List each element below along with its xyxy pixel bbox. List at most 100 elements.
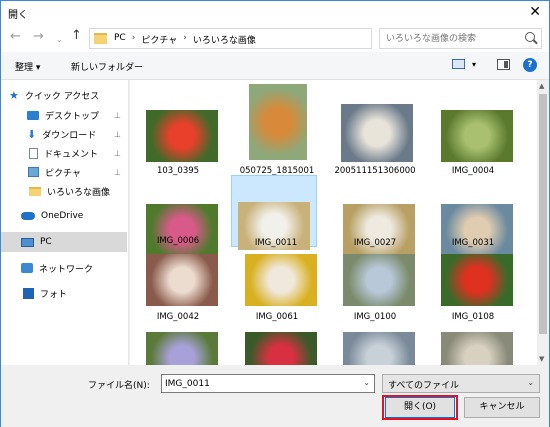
sidebar-item-network[interactable]: ネットワーク: [1, 258, 127, 278]
filename-label: ファイル名(N):: [88, 381, 150, 391]
file-tile[interactable]: IMG_0100: [333, 250, 417, 322]
file-name-label: 103_0395: [156, 166, 200, 176]
file-tile[interactable]: IMG_0108: [431, 250, 515, 322]
file-tile[interactable]: [431, 328, 515, 365]
view-options-icon[interactable]: [452, 59, 465, 69]
sidebar-item-onedrive[interactable]: OneDrive: [1, 206, 127, 226]
file-tile[interactable]: 103_0395: [136, 80, 220, 180]
scroll-down-icon[interactable]: ▼: [539, 355, 544, 363]
image-thumbnail: [341, 104, 413, 162]
file-tile[interactable]: 050725_1815001: [235, 80, 319, 180]
navigation-row: ← → ⌄ ↑ PC › ピクチャ › いろいろな画像 ⌄ ↻: [1, 24, 549, 52]
filetype-select[interactable]: すべてのファイル ⌄: [382, 374, 540, 393]
breadcrumb-pictures[interactable]: ピクチャ: [141, 33, 177, 46]
filetype-value: すべてのファイル: [388, 381, 460, 391]
pictures-icon: [28, 167, 39, 177]
chevron-down-icon[interactable]: ⌄: [363, 378, 370, 387]
back-arrow-icon[interactable]: ←: [10, 30, 21, 43]
recent-locations-icon[interactable]: ⌄: [56, 33, 63, 46]
file-tile[interactable]: IMG_0042: [136, 250, 220, 322]
sidebar-item-desktop[interactable]: デスクトップ ⊥: [1, 105, 127, 125]
sidebar-item-documents[interactable]: ドキュメント ⊥: [1, 143, 127, 163]
open-button[interactable]: 開く(O): [385, 397, 455, 418]
file-tile[interactable]: IMG_0031: [431, 176, 515, 256]
sidebar-item-label: ピクチャ: [45, 168, 81, 179]
new-folder-button[interactable]: 新しいフォルダー: [71, 60, 143, 73]
open-dialog: 開く ✕ ← → ⌄ ↑ PC › ピクチャ › いろいろな画像 ⌄ ↻ 整理 …: [0, 0, 550, 427]
sidebar-item-downloads[interactable]: ⬇ ダウンロード ⊥: [1, 124, 127, 144]
dialog-title: 開く: [8, 10, 28, 21]
scroll-up-icon[interactable]: ▲: [539, 82, 544, 90]
pin-icon: ⊥: [114, 129, 121, 139]
preview-pane-icon[interactable]: [497, 59, 510, 70]
sidebar-item-pc[interactable]: PC: [1, 232, 127, 252]
file-tile[interactable]: IMG_0027: [333, 176, 417, 254]
file-name-label: IMG_0027: [353, 238, 397, 248]
address-bar[interactable]: PC › ピクチャ › いろいろな画像 ⌄ ↻: [89, 28, 452, 49]
command-bar: 整理 ▾ 新しいフォルダー ▾ ?: [1, 52, 549, 80]
sidebar-item-label: フォト: [40, 289, 68, 300]
file-tile[interactable]: [333, 328, 417, 365]
file-name-label: IMG_0042: [156, 312, 200, 322]
file-tile[interactable]: [235, 328, 319, 365]
image-thumbnail: [343, 332, 415, 365]
sidebar-item-label: PC: [40, 237, 52, 247]
title-bar: 開く ✕: [1, 1, 549, 24]
close-icon[interactable]: ✕: [529, 4, 541, 20]
forward-arrow-icon[interactable]: →: [33, 30, 44, 43]
chevron-right-icon[interactable]: ›: [183, 33, 187, 46]
sidebar-item-label: ドキュメント: [44, 149, 99, 160]
image-thumbnail: [146, 110, 218, 162]
pin-icon: ⊥: [114, 110, 121, 120]
sidebar-item-folder[interactable]: いろいろな画像: [1, 181, 127, 201]
search-input[interactable]: [380, 29, 520, 48]
folder-icon: [94, 33, 107, 44]
network-icon: [21, 263, 33, 273]
search-icon[interactable]: [525, 32, 535, 42]
sidebar-item-quick-access[interactable]: ★ クイック アクセス: [1, 85, 127, 105]
star-icon: ★: [9, 88, 19, 102]
image-thumbnail: [249, 84, 307, 160]
file-tile[interactable]: [136, 328, 220, 365]
filename-combobox: ⌄: [161, 374, 375, 393]
image-thumbnail: [146, 254, 218, 306]
pin-icon: ⊥: [114, 167, 121, 177]
organize-button[interactable]: 整理 ▾: [15, 60, 40, 73]
file-tile[interactable]: 200511151306000: [333, 80, 417, 180]
file-tile[interactable]: IMG_0061: [235, 250, 319, 322]
chevron-down-icon[interactable]: ▾: [472, 60, 476, 69]
navigation-pane: ★ クイック アクセス デスクトップ ⊥ ⬇ ダウンロード ⊥ ドキュメント ⊥…: [1, 80, 129, 365]
file-name-label: IMG_0006: [156, 236, 200, 246]
file-name-label: 200511151306000: [334, 166, 416, 176]
file-name-label: IMG_0061: [255, 312, 299, 322]
sidebar-item-pictures[interactable]: ピクチャ ⊥: [1, 162, 127, 182]
file-name-label: IMG_0031: [451, 238, 495, 248]
chevron-right-icon[interactable]: ›: [132, 33, 136, 46]
image-thumbnail: [146, 332, 218, 365]
file-name-label: IMG_0108: [451, 312, 495, 322]
search-box: [379, 28, 542, 49]
image-thumbnail: [146, 204, 218, 256]
up-arrow-icon[interactable]: ↑: [71, 29, 82, 42]
sidebar-item-label: デスクトップ: [45, 111, 100, 122]
document-icon: [29, 147, 38, 159]
scrollbar-thumb[interactable]: [539, 94, 547, 334]
file-tile[interactable]: IMG_0011: [231, 175, 317, 250]
image-thumbnail: [343, 254, 415, 306]
sidebar-item-photos[interactable]: フォト: [1, 283, 127, 303]
file-tile[interactable]: IMG_0004: [431, 80, 515, 180]
cancel-button[interactable]: キャンセル: [464, 397, 540, 418]
breadcrumb-folder[interactable]: いろいろな画像: [193, 33, 256, 46]
sidebar-item-label: クイック アクセス: [24, 91, 100, 102]
help-icon[interactable]: ?: [523, 58, 537, 72]
breadcrumb-pc[interactable]: PC: [114, 33, 126, 46]
folder-icon: [29, 186, 41, 196]
image-thumbnail: [441, 110, 513, 162]
file-tile[interactable]: IMG_0006: [136, 176, 220, 256]
vertical-scrollbar[interactable]: ▲ ▼: [537, 80, 549, 365]
desktop-icon: [27, 110, 39, 120]
image-thumbnail: [245, 332, 317, 365]
sidebar-item-label: いろいろな画像: [47, 187, 111, 198]
filename-field[interactable]: [162, 375, 357, 392]
photos-icon: [23, 287, 34, 299]
